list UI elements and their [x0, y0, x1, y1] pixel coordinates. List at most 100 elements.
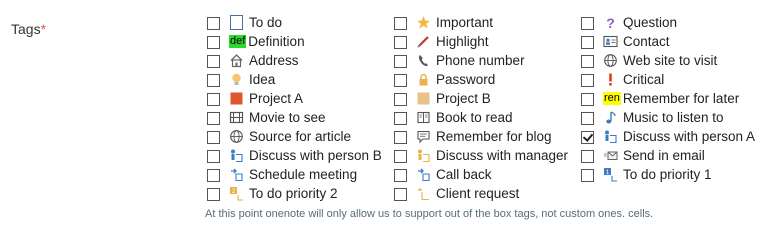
tag-option-client-request[interactable]: Client request [394, 184, 581, 203]
tag-label: Critical [623, 72, 665, 87]
tag-checkbox-movie-to-see[interactable] [207, 112, 220, 125]
tag-option-idea[interactable]: Idea [207, 70, 394, 89]
contact-card-icon [603, 34, 618, 49]
tag-checkbox-discuss-with-manager[interactable] [394, 150, 407, 163]
tag-option-call-back[interactable]: Call back [394, 165, 581, 184]
square-tan-icon [416, 91, 431, 106]
person-manager-icon [416, 148, 431, 163]
tag-checkbox-phone-number[interactable] [394, 55, 407, 68]
tag-label: To do priority 1 [623, 167, 712, 182]
tag-label: Question [623, 15, 678, 30]
tag-checkbox-password[interactable] [394, 74, 407, 87]
tag-label: To do [249, 15, 283, 30]
tag-option-definition[interactable]: def Definition [207, 32, 394, 51]
tag-checkbox-definition[interactable] [207, 36, 220, 49]
tag-checkbox-contact[interactable] [581, 36, 594, 49]
tag-label: Music to listen to [623, 110, 724, 125]
tag-checkbox-discuss-with-person-a[interactable] [581, 131, 594, 144]
tag-option-to-do-priority-2[interactable]: 2 To do priority 2 [207, 184, 394, 203]
tag-checkbox-to-do-priority-2[interactable] [207, 188, 220, 201]
tag-checkbox-important[interactable] [394, 17, 407, 30]
checkbox-outline-icon [229, 15, 244, 30]
tag-checkbox-source-for-article[interactable] [207, 131, 220, 144]
house-icon [229, 53, 244, 68]
tags-field-label: Tags* [11, 21, 46, 37]
tag-checkbox-call-back[interactable] [394, 169, 407, 182]
square-red-icon [229, 91, 244, 106]
tag-option-critical[interactable]: Critical [581, 70, 771, 89]
tag-label: Important [436, 15, 494, 30]
client-bracket-icon [416, 186, 431, 201]
tag-option-music-to-listen-to[interactable]: Music to listen to [581, 108, 771, 127]
tag-checkbox-send-in-email[interactable] [581, 150, 594, 163]
def-badge-icon: def [229, 34, 247, 49]
tag-checkbox-to-do-priority-1[interactable] [581, 169, 594, 182]
tag-option-discuss-with-manager[interactable]: Discuss with manager [394, 146, 581, 165]
tag-option-address[interactable]: Address [207, 51, 394, 70]
globe-icon [603, 53, 618, 68]
tag-option-web-site-to-visit[interactable]: Web site to visit [581, 51, 771, 70]
ren-badge-icon: ren [603, 91, 621, 106]
tag-checkbox-client-request[interactable] [394, 188, 407, 201]
tag-label: Definition [248, 34, 305, 49]
tag-checkbox-project-a[interactable] [207, 93, 220, 106]
tag-checkbox-web-site-to-visit[interactable] [581, 55, 594, 68]
tag-option-remember-for-blog[interactable]: Remember for blog [394, 127, 581, 146]
tags-label-text: Tags [11, 21, 41, 37]
tag-checkbox-to-do[interactable] [207, 17, 220, 30]
exclamation-icon [603, 72, 618, 87]
tag-label: Remember for later [622, 91, 740, 106]
call-back-arrow-icon [416, 167, 431, 182]
priority-2-icon: 2 [229, 186, 244, 201]
tag-checkbox-idea[interactable] [207, 74, 220, 87]
book-icon [416, 110, 431, 125]
highlighter-icon [416, 34, 431, 49]
tag-checkbox-remember-for-blog[interactable] [394, 131, 407, 144]
tag-checkbox-question[interactable] [581, 17, 594, 30]
tag-option-discuss-with-person-a[interactable]: Discuss with person A [581, 127, 771, 146]
tag-checkbox-address[interactable] [207, 55, 220, 68]
tag-option-remember-for-later[interactable]: ren Remember for later [581, 89, 771, 108]
tag-label: Source for article [249, 129, 352, 144]
tag-option-contact[interactable]: Contact [581, 32, 771, 51]
tag-label: Password [436, 72, 496, 87]
music-note-icon [603, 110, 618, 125]
tag-checkbox-schedule-meeting[interactable] [207, 169, 220, 182]
tag-checkbox-music-to-listen-to[interactable] [581, 112, 594, 125]
tag-label: Client request [436, 186, 520, 201]
tag-label: To do priority 2 [249, 186, 338, 201]
tag-option-to-do-priority-1[interactable]: 1 To do priority 1 [581, 165, 771, 184]
lightbulb-icon [229, 72, 244, 87]
schedule-arrow-icon [229, 167, 244, 182]
tag-checkbox-remember-for-later[interactable] [581, 93, 594, 106]
tag-option-highlight[interactable]: Highlight [394, 32, 581, 51]
tag-option-question[interactable]: ? Question [581, 13, 771, 32]
tag-checkbox-highlight[interactable] [394, 36, 407, 49]
tag-option-password[interactable]: Password [394, 70, 581, 89]
tag-option-movie-to-see[interactable]: Movie to see [207, 108, 394, 127]
speech-bubble-icon [416, 129, 431, 144]
svg-text:?: ? [606, 15, 615, 30]
tag-option-project-a[interactable]: Project A [207, 89, 394, 108]
tag-option-project-b[interactable]: Project B [394, 89, 581, 108]
tag-option-schedule-meeting[interactable]: Schedule meeting [207, 165, 394, 184]
tag-checkbox-book-to-read[interactable] [394, 112, 407, 125]
tag-option-source-for-article[interactable]: Source for article [207, 127, 394, 146]
tag-option-book-to-read[interactable]: Book to read [394, 108, 581, 127]
tag-label: Phone number [436, 53, 525, 68]
tag-label: Project B [436, 91, 491, 106]
tag-label: Idea [249, 72, 276, 87]
tag-option-to-do[interactable]: To do [207, 13, 394, 32]
tag-label: Address [249, 53, 299, 68]
tag-option-important[interactable]: Important [394, 13, 581, 32]
globe-icon [229, 129, 244, 144]
tag-badge-text: def [229, 35, 247, 48]
tag-checkbox-project-b[interactable] [394, 93, 407, 106]
tag-option-discuss-with-person-b[interactable]: Discuss with person B [207, 146, 394, 165]
tag-option-phone-number[interactable]: Phone number [394, 51, 581, 70]
tag-label: Movie to see [249, 110, 326, 125]
tag-checkbox-discuss-with-person-b[interactable] [207, 150, 220, 163]
tag-option-send-in-email[interactable]: Send in email [581, 146, 771, 165]
tag-checkbox-critical[interactable] [581, 74, 594, 87]
help-note: At this point onenote will only allow us… [205, 208, 654, 220]
